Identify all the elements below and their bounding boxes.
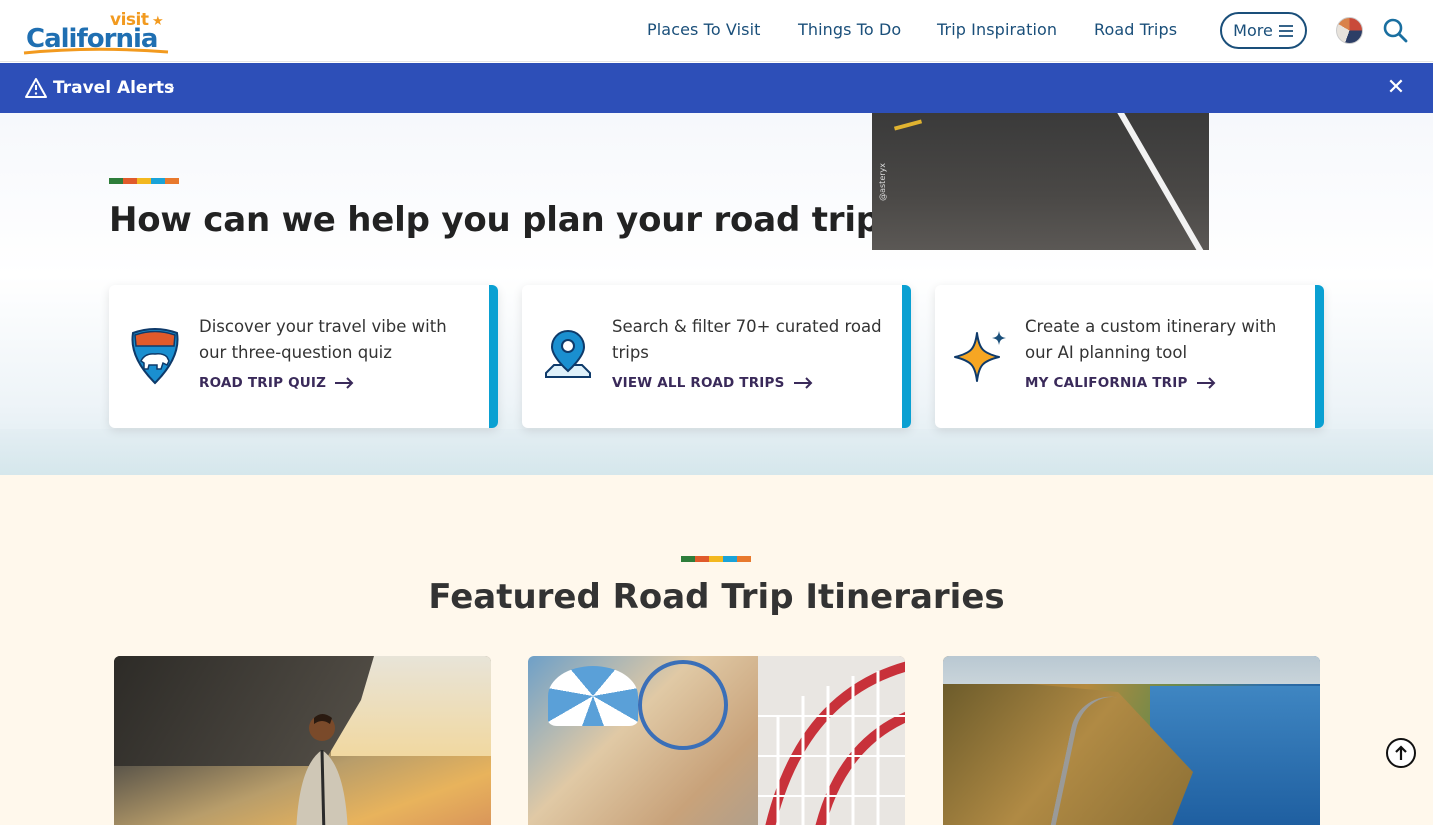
roller-coaster-graphic [758, 656, 905, 825]
traveler-figure [296, 714, 348, 825]
travel-alerts-link[interactable]: Travel Alerts [53, 78, 174, 98]
card-description: Search & filter 70+ curated road trips [612, 317, 882, 362]
view-all-road-trips-link[interactable]: VIEW ALL ROAD TRIPS [612, 375, 813, 391]
section-bottom-band [0, 429, 1433, 475]
map-pin-icon [545, 329, 591, 378]
photo-carousel-tent [548, 666, 638, 726]
travel-alerts-bar: Travel Alerts › ✕ [0, 63, 1433, 113]
card-description: Create a custom itinerary with our AI pl… [1025, 317, 1277, 362]
more-menu-button[interactable]: More [1220, 12, 1307, 49]
arrow-right-icon [1196, 377, 1215, 389]
bear-shield-icon [131, 328, 179, 385]
warning-icon [25, 78, 47, 98]
card-accent-bar [902, 285, 911, 428]
itinerary-photo-coast[interactable] [943, 656, 1320, 825]
card-road-trip-quiz[interactable]: Discover your travel vibe with our three… [109, 285, 498, 428]
card-accent-bar [489, 285, 498, 428]
arrow-up-icon [1395, 745, 1407, 760]
scroll-to-top-button[interactable] [1386, 738, 1416, 768]
cta-label: VIEW ALL ROAD TRIPS [612, 375, 785, 391]
photo-ferris-wheel [638, 660, 728, 750]
search-icon[interactable] [1382, 17, 1408, 43]
card-description: Discover your travel vibe with our three… [199, 317, 447, 362]
sparkle-icon [954, 331, 1006, 382]
chevron-right-icon[interactable]: › [168, 77, 175, 98]
itinerary-photo-boardwalk[interactable] [528, 656, 905, 825]
photo-sky [943, 656, 1320, 684]
language-globe-icon[interactable] [1336, 17, 1363, 44]
arrow-right-icon [793, 377, 812, 389]
featured-section-title: Featured Road Trip Itineraries [428, 577, 1005, 617]
card-accent-bar [1315, 285, 1324, 428]
color-stripe-decoration [681, 556, 751, 562]
road-trip-quiz-link[interactable]: ROAD TRIP QUIZ [199, 375, 354, 391]
site-header: visit ★ California Places To Visit Thing… [0, 0, 1433, 62]
hamburger-icon [1278, 24, 1293, 37]
nav-things-to-do[interactable]: Things To Do [798, 20, 901, 39]
cta-label: MY CALIFORNIA TRIP [1025, 375, 1188, 391]
nav-road-trips[interactable]: Road Trips [1094, 20, 1177, 39]
road-photo: @asteryx [872, 113, 1209, 250]
road-edge-line [1112, 113, 1208, 250]
visit-california-logo[interactable]: visit ★ California [20, 8, 170, 56]
itinerary-photo-beach[interactable] [114, 656, 491, 825]
my-california-trip-link[interactable]: MY CALIFORNIA TRIP [1025, 375, 1216, 391]
nav-trip-inspiration[interactable]: Trip Inspiration [937, 20, 1057, 39]
arrow-right-icon [335, 377, 354, 389]
featured-itineraries-section: Featured Road Trip Itineraries [0, 475, 1433, 825]
color-stripe-decoration [109, 178, 179, 184]
nav-places-to-visit[interactable]: Places To Visit [647, 20, 760, 39]
card-view-all-road-trips[interactable]: Search & filter 70+ curated road trips V… [522, 285, 911, 428]
cta-label: ROAD TRIP QUIZ [199, 375, 327, 391]
close-icon[interactable]: ✕ [1386, 75, 1406, 100]
plan-section-title: How can we help you plan your road trip? [109, 200, 900, 240]
photo-credit: @asteryx [878, 163, 887, 201]
card-my-california-trip[interactable]: Create a custom itinerary with our AI pl… [935, 285, 1324, 428]
logo-swoosh-icon [23, 47, 169, 55]
plan-road-trip-section: How can we help you plan your road trip?… [0, 113, 1433, 475]
more-label: More [1233, 21, 1273, 40]
road-lane-dash [893, 119, 923, 131]
